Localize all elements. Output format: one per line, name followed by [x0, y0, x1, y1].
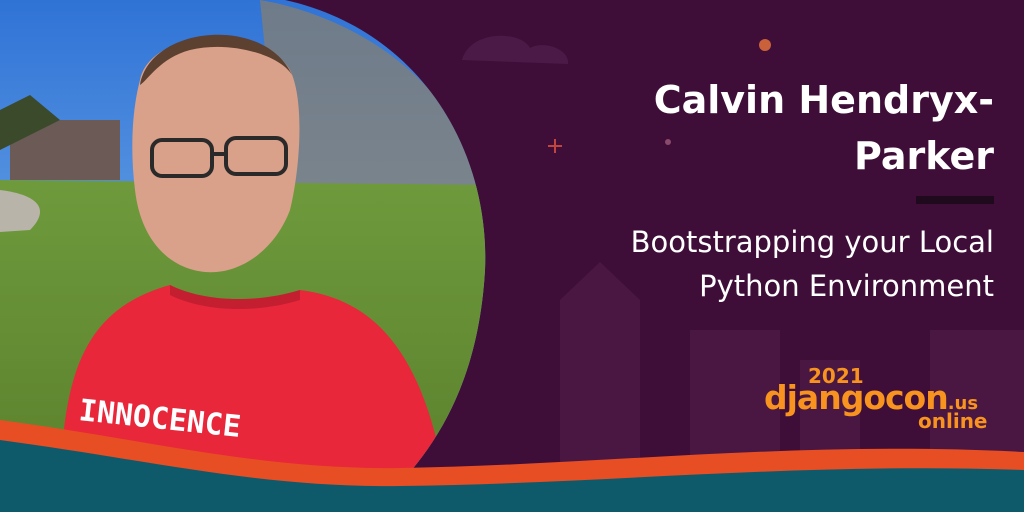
- event-edition: online: [918, 409, 988, 433]
- talk-title-line2: Python Environment: [699, 269, 994, 303]
- event-logo: 2021 djangocon.us online: [764, 366, 1000, 436]
- speaker-name-line1: Calvin Hendryx-: [653, 78, 994, 122]
- speaker-card: INNOCENCE Calvin Hendryx- Parker Bootstr…: [0, 0, 1024, 512]
- talk-title: Bootstrapping your Local Python Environm…: [494, 220, 994, 308]
- divider: [916, 196, 994, 204]
- talk-title-line1: Bootstrapping your Local: [630, 225, 994, 259]
- speaker-name: Calvin Hendryx- Parker: [554, 72, 994, 184]
- speaker-name-line2: Parker: [854, 134, 994, 178]
